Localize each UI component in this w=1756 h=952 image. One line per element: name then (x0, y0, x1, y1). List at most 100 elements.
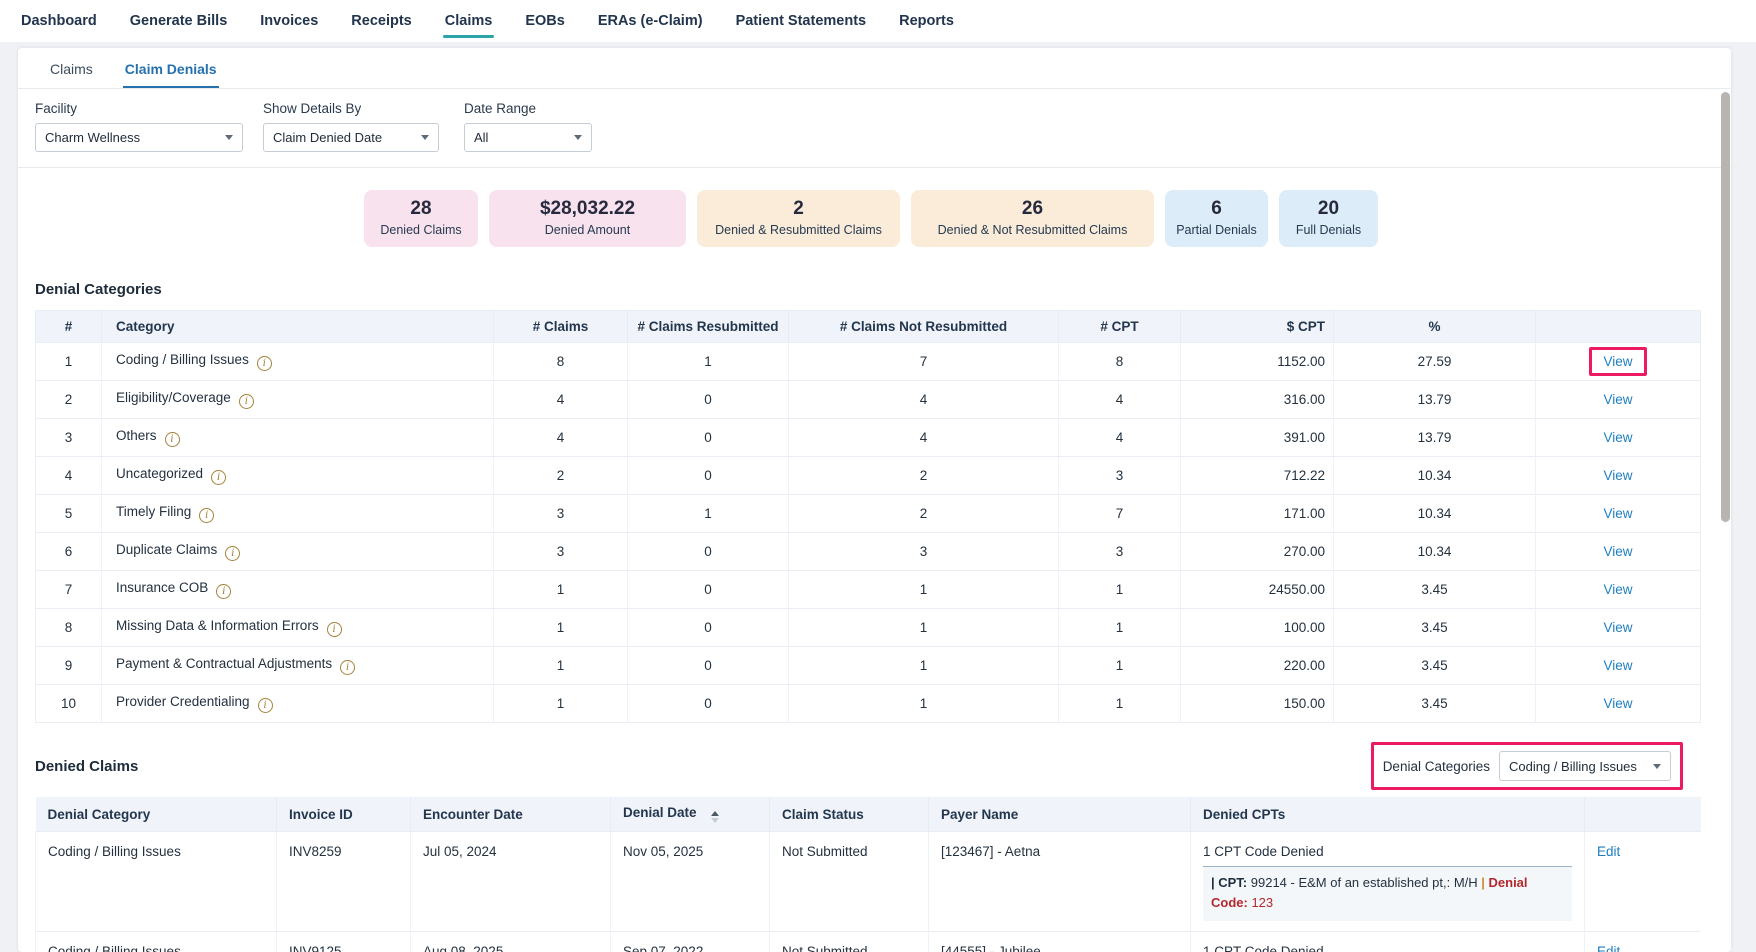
column-header-invoice-id: Invoice ID (277, 797, 411, 832)
summary-value: 20 (1285, 198, 1372, 220)
percent: 3.45 (1334, 685, 1536, 723)
category-name: Insurance COBi (102, 571, 494, 609)
column-header-cpt: # CPT (1059, 311, 1181, 343)
column-header-payer-name: Payer Name (929, 797, 1191, 832)
category-name: Payment & Contractual Adjustmentsi (102, 647, 494, 685)
show-details-by-select[interactable]: Claim Denied Date (263, 123, 439, 152)
nav-item-claims[interactable]: Claims (445, 13, 493, 29)
category-row: 3Othersi4044391.0013.79View (36, 419, 1701, 457)
table-header-row: Denial CategoryInvoice IDEncounter DateD… (36, 797, 1701, 832)
summary-value: 2 (703, 198, 894, 220)
summary-card-denied-claims: 28Denied Claims (364, 190, 478, 247)
claims-count: 1 (494, 647, 628, 685)
category-name: Duplicate Claimsi (102, 533, 494, 571)
info-icon[interactable]: i (340, 660, 355, 675)
percent: 13.79 (1334, 419, 1536, 457)
sort-asc-icon[interactable] (711, 811, 719, 816)
claims-resubmitted-count: 1 (628, 343, 789, 381)
info-icon[interactable]: i (211, 470, 226, 485)
summary-value: 26 (917, 198, 1148, 220)
percent: 3.45 (1334, 571, 1536, 609)
nav-item-reports[interactable]: Reports (899, 13, 954, 29)
date-range-select[interactable]: All (464, 123, 592, 152)
row-number: 3 (36, 419, 102, 457)
row-number: 6 (36, 533, 102, 571)
tab-claim-denials[interactable]: Claim Denials (123, 48, 219, 88)
info-icon[interactable]: i (165, 432, 180, 447)
cpt-amount: 150.00 (1181, 685, 1334, 723)
cpt-count: 1 (1059, 571, 1181, 609)
info-icon[interactable]: i (199, 508, 214, 523)
encounter-date: Jul 05, 2024 (411, 832, 611, 932)
category-row: 5Timely Filingi3127171.0010.34View (36, 495, 1701, 533)
facility-select[interactable]: Charm Wellness (35, 123, 243, 152)
vertical-scrollbar[interactable] (1721, 92, 1730, 522)
summary-value: 6 (1171, 198, 1262, 220)
view-link[interactable]: View (1603, 544, 1632, 559)
claims-not-resubmitted-count: 1 (789, 609, 1059, 647)
cpt-count: 4 (1059, 381, 1181, 419)
tab-claims[interactable]: Claims (48, 48, 95, 88)
denied-cpts-cell: 1 CPT Code Denied| CPT: 99201 - Office V… (1191, 932, 1585, 952)
view-link[interactable]: View (1603, 506, 1632, 521)
summary-label: Denied Amount (495, 223, 680, 237)
claims-not-resubmitted-count: 4 (789, 381, 1059, 419)
nav-item-generate-bills[interactable]: Generate Bills (130, 13, 228, 29)
denial-date: Sep 07, 2022 (611, 932, 770, 952)
filters-bar: FacilityCharm WellnessShow Details ByCla… (18, 89, 1731, 168)
nav-item-eras-e-claim[interactable]: ERAs (e-Claim) (598, 13, 703, 29)
filter-date-range: Date RangeAll (464, 101, 614, 152)
denial-categories-table: #Category# Claims# Claims Resubmitted# C… (35, 310, 1701, 723)
denial-categories-filter-label: Denial Categories (1383, 759, 1490, 774)
edit-link[interactable]: Edit (1597, 944, 1620, 952)
column-header-encounter-date: Encounter Date (411, 797, 611, 832)
nav-item-dashboard[interactable]: Dashboard (21, 13, 97, 29)
view-link[interactable]: View (1603, 354, 1632, 369)
info-icon[interactable]: i (239, 394, 254, 409)
column-header-blank: # (36, 311, 102, 343)
category-row: 8Missing Data & Information Errorsi10111… (36, 609, 1701, 647)
claims-resubmitted-count: 0 (628, 609, 789, 647)
info-icon[interactable]: i (216, 584, 231, 599)
edit-link[interactable]: Edit (1597, 844, 1620, 859)
claims-not-resubmitted-count: 2 (789, 457, 1059, 495)
info-icon[interactable]: i (257, 356, 272, 371)
summary-value: $28,032.22 (495, 198, 680, 220)
view-link[interactable]: View (1603, 468, 1632, 483)
column-header-blank (1585, 797, 1701, 832)
denial-category: Coding / Billing Issues (36, 832, 277, 932)
claims-not-resubmitted-count: 4 (789, 419, 1059, 457)
claims-not-resubmitted-count: 1 (789, 685, 1059, 723)
column-header-denial-date: Denial Date (611, 797, 770, 832)
claims-not-resubmitted-count: 3 (789, 533, 1059, 571)
view-link[interactable]: View (1603, 392, 1632, 407)
category-row: 10Provider Credentialingi1011150.003.45V… (36, 685, 1701, 723)
edit-cell: Edit (1585, 832, 1701, 932)
info-icon[interactable]: i (225, 546, 240, 561)
info-icon[interactable]: i (258, 698, 273, 713)
view-link[interactable]: View (1603, 658, 1632, 673)
nav-item-patient-statements[interactable]: Patient Statements (736, 13, 867, 29)
select-value: Claim Denied Date (273, 130, 382, 145)
view-link[interactable]: View (1603, 582, 1632, 597)
filter-label: Show Details By (263, 101, 464, 116)
row-number: 10 (36, 685, 102, 723)
view-cell: View (1536, 609, 1701, 647)
info-icon[interactable]: i (327, 622, 342, 637)
view-link[interactable]: View (1603, 696, 1632, 711)
nav-item-eobs[interactable]: EOBs (525, 13, 565, 29)
sort-desc-icon[interactable] (711, 818, 719, 823)
denied-claim-row: Coding / Billing IssuesINV8259Jul 05, 20… (36, 832, 1701, 932)
cpt-amount: 316.00 (1181, 381, 1334, 419)
view-cell: View (1536, 685, 1701, 723)
percent: 3.45 (1334, 609, 1536, 647)
cpt-count: 1 (1059, 609, 1181, 647)
denial-categories-filter-select[interactable]: Coding / Billing Issues (1499, 751, 1671, 781)
view-link[interactable]: View (1603, 430, 1632, 445)
denied-cpts-cell: 1 CPT Code Denied| CPT: 99214 - E&M of a… (1191, 832, 1585, 932)
nav-item-invoices[interactable]: Invoices (260, 13, 318, 29)
cpt-count: 4 (1059, 419, 1181, 457)
view-link[interactable]: View (1603, 620, 1632, 635)
nav-item-receipts[interactable]: Receipts (351, 13, 411, 29)
cpt-amount: 1152.00 (1181, 343, 1334, 381)
